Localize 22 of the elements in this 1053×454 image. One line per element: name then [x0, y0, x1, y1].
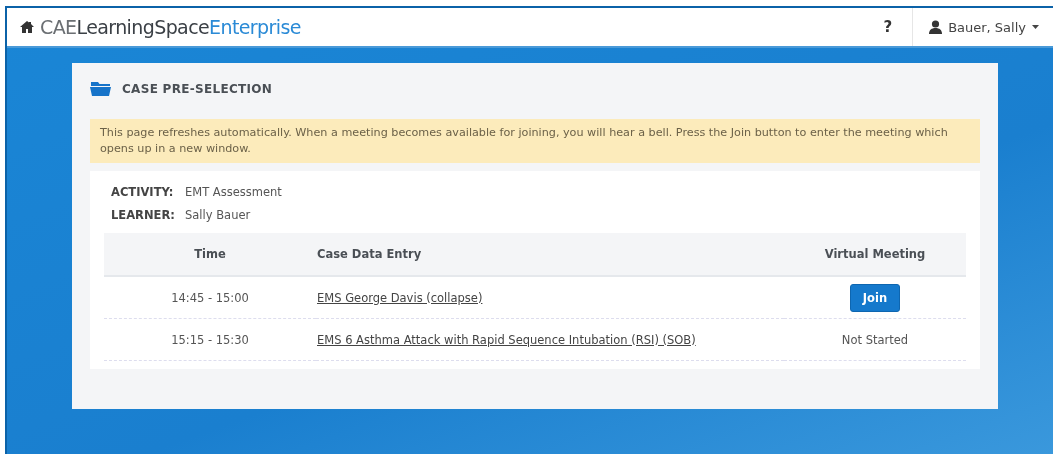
- join-button[interactable]: Join: [849, 283, 901, 312]
- field-label: LEARNER:: [111, 208, 176, 223]
- column-header: Virtual Meeting: [784, 233, 966, 276]
- section-title: CASE PRE-SELECTION: [122, 82, 273, 96]
- table-cell: 15:15 - 15:30: [104, 318, 316, 361]
- column-header: Time: [104, 233, 316, 276]
- field-value: Sally Bauer: [185, 208, 252, 223]
- table-cell: 14:45 - 15:00: [104, 276, 316, 319]
- user-menu[interactable]: Bauer, Sally: [912, 8, 1053, 46]
- brand-logo[interactable]: CAELearningSpaceEnterprise: [40, 16, 301, 38]
- column-header: Case Data Entry: [316, 233, 784, 276]
- notice-message: This page refreshes automatically. When a meeting becomes available for joining, you will hear a bell. Press the Join button to enter the meeting which opens up in a new window.: [90, 119, 980, 163]
- help-link[interactable]: ?: [863, 18, 913, 36]
- field-label: ACTIVITY:: [111, 185, 175, 200]
- case-link[interactable]: EMS 6 Asthma Attack with Rapid Sequence Intubation (RSI) (SOB): [317, 332, 696, 347]
- case-link[interactable]: EMS George Davis (collapse): [317, 290, 483, 305]
- field-value: EMT Assessment: [185, 185, 283, 200]
- status-text: Not Started: [841, 332, 909, 347]
- caret-icon: [1032, 25, 1039, 29]
- folder-icon: [90, 82, 111, 96]
- user-icon: [929, 20, 943, 34]
- home-icon[interactable]: [20, 21, 34, 33]
